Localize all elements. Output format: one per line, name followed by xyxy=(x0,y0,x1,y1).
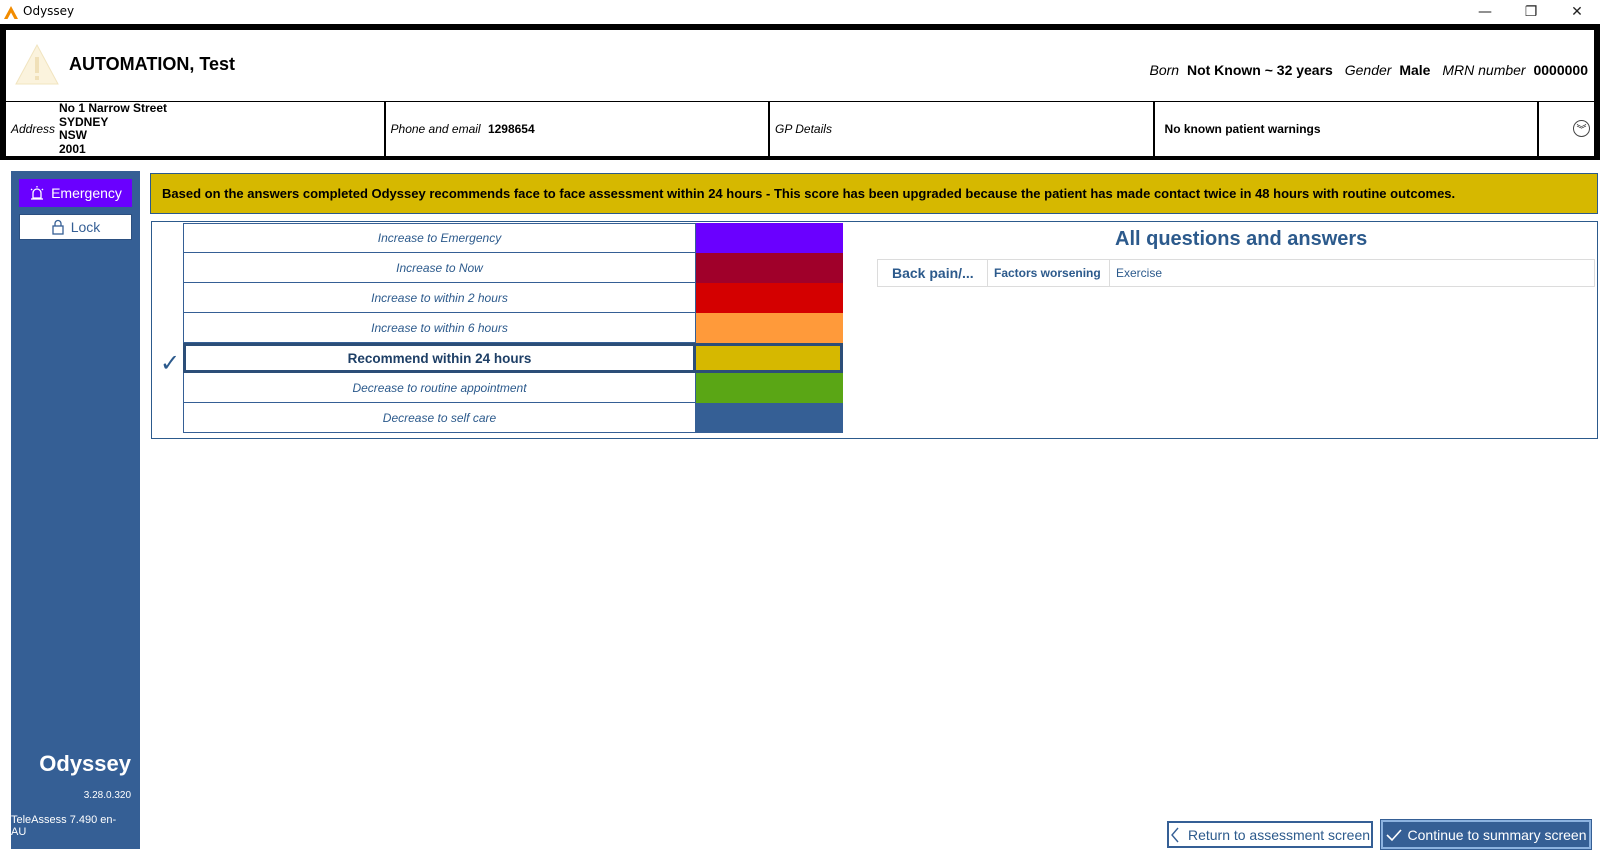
triage-option[interactable]: Decrease to routine appointment xyxy=(183,373,846,403)
patient-name: AUTOMATION, Test xyxy=(69,54,235,74)
window-title: Odyssey xyxy=(23,4,75,18)
mrn-value: 0000000 xyxy=(1533,62,1588,78)
triage-option[interactable]: Recommend within 24 hours xyxy=(183,343,846,373)
warnings-cell: No known patient warnings xyxy=(1154,102,1538,156)
triage-options: Increase to Emergency Increase to Now Incr… xyxy=(183,223,846,433)
minimize-button[interactable]: — xyxy=(1462,0,1508,24)
triage-option[interactable]: Increase to Emergency xyxy=(183,223,846,253)
triage-color-swatch xyxy=(696,403,843,433)
gender-label: Gender xyxy=(1344,62,1392,78)
qa-row[interactable]: Back pain/... Factors worsening Exercise xyxy=(877,259,1595,287)
return-to-assessment-button[interactable]: Return to assessment screen xyxy=(1167,821,1373,848)
address-line: SYDNEY xyxy=(59,114,109,129)
qa-question: Factors worsening xyxy=(988,260,1110,286)
triage-option-label: Increase to within 2 hours xyxy=(183,283,696,313)
triage-option[interactable]: Increase to Now xyxy=(183,253,846,283)
expand-banner-icon[interactable]: ︾ xyxy=(1573,120,1590,137)
address-cell: Address No 1 Narrow Street SYDNEY NSW 20… xyxy=(6,101,384,156)
patient-demographics: Born Not Known ~ 32 years Gender Male MR… xyxy=(1141,62,1588,78)
qa-category: Back pain/... xyxy=(878,260,988,286)
app-locale: TeleAssess 7.490 en-AU xyxy=(11,814,117,838)
triage-option-label: Decrease to routine appointment xyxy=(183,373,696,403)
address-label: Address xyxy=(11,122,56,136)
expand-cell: ︾ xyxy=(1539,102,1594,156)
qa-answer: Exercise xyxy=(1116,266,1163,280)
born-label: Born xyxy=(1149,62,1180,78)
siren-icon xyxy=(30,186,44,200)
triage-color-swatch xyxy=(696,283,843,313)
warning-icon xyxy=(15,43,59,85)
phone-label: Phone and email xyxy=(390,122,481,136)
qa-title: All questions and answers xyxy=(1115,228,1368,250)
chevron-left-icon xyxy=(1171,827,1179,842)
triage-color-swatch xyxy=(696,343,843,373)
triage-option[interactable]: Decrease to self care xyxy=(183,403,846,433)
gender-value: Male xyxy=(1399,62,1431,78)
recommendation-banner: Based on the answers completed Odyssey r… xyxy=(150,173,1598,214)
triage-option-label: Recommend within 24 hours xyxy=(183,343,696,373)
gp-label: GP Details xyxy=(775,122,832,136)
triage-color-swatch xyxy=(696,223,843,253)
odyssey-logo-icon xyxy=(4,6,18,19)
emergency-label: Emergency xyxy=(51,185,122,201)
continue-label: Continue to summary screen xyxy=(1407,826,1587,843)
born-value: Not Known ~ 32 years xyxy=(1186,62,1333,78)
triage-option-label: Decrease to self care xyxy=(183,403,696,433)
triage-option[interactable]: Increase to within 2 hours xyxy=(183,283,846,313)
selected-checkmark-icon: ✓ xyxy=(160,349,181,377)
patient-details-row: Address No 1 Narrow Street SYDNEY NSW 20… xyxy=(6,101,1594,156)
return-label: Return to assessment screen xyxy=(1187,826,1371,843)
mrn-label: MRN number xyxy=(1442,62,1526,78)
sidebar: Emergency Lock Odyssey 3.28.0.320 TeleAs… xyxy=(11,171,140,849)
address-line: No 1 Narrow Street xyxy=(59,101,168,115)
window-titlebar: Odyssey — ❐ ✕ xyxy=(0,0,1600,24)
triage-panel: ✓ Increase to Emergency Increase to Now In… xyxy=(151,221,1598,439)
triage-option-label: Increase to within 6 hours xyxy=(183,313,696,343)
triage-color-swatch xyxy=(696,313,843,343)
patient-banner: AUTOMATION, Test Born Not Known ~ 32 yea… xyxy=(0,24,1600,160)
triage-option[interactable]: Increase to within 6 hours xyxy=(183,313,846,343)
lock-icon xyxy=(52,219,64,235)
continue-to-summary-button[interactable]: Continue to summary screen xyxy=(1380,819,1592,850)
app-version: 3.28.0.320 xyxy=(83,790,131,801)
restore-button[interactable]: ❐ xyxy=(1508,0,1554,24)
triage-option-label: Increase to Now xyxy=(183,253,696,283)
triage-color-swatch xyxy=(696,253,843,283)
emergency-button[interactable]: Emergency xyxy=(19,179,132,207)
phone-value: 1298654 xyxy=(487,122,535,136)
triage-color-swatch xyxy=(696,373,843,403)
close-button[interactable]: ✕ xyxy=(1554,0,1600,24)
lock-label: Lock xyxy=(70,219,101,235)
patient-warnings: No known patient warnings xyxy=(1164,122,1321,136)
gp-cell: GP Details xyxy=(770,102,1153,156)
lock-button[interactable]: Lock xyxy=(19,214,132,240)
checkmark-icon xyxy=(1385,828,1402,841)
phone-cell: Phone and email 1298654 xyxy=(385,102,769,156)
address-value: No 1 Narrow Street SYDNEY NSW 2001 xyxy=(59,101,168,156)
address-line: 2001 xyxy=(59,141,86,156)
triage-option-label: Increase to Emergency xyxy=(183,223,696,253)
address-line: NSW xyxy=(59,128,87,142)
patient-header: AUTOMATION, Test Born Not Known ~ 32 yea… xyxy=(6,30,1594,101)
brand-name: Odyssey xyxy=(39,751,131,776)
